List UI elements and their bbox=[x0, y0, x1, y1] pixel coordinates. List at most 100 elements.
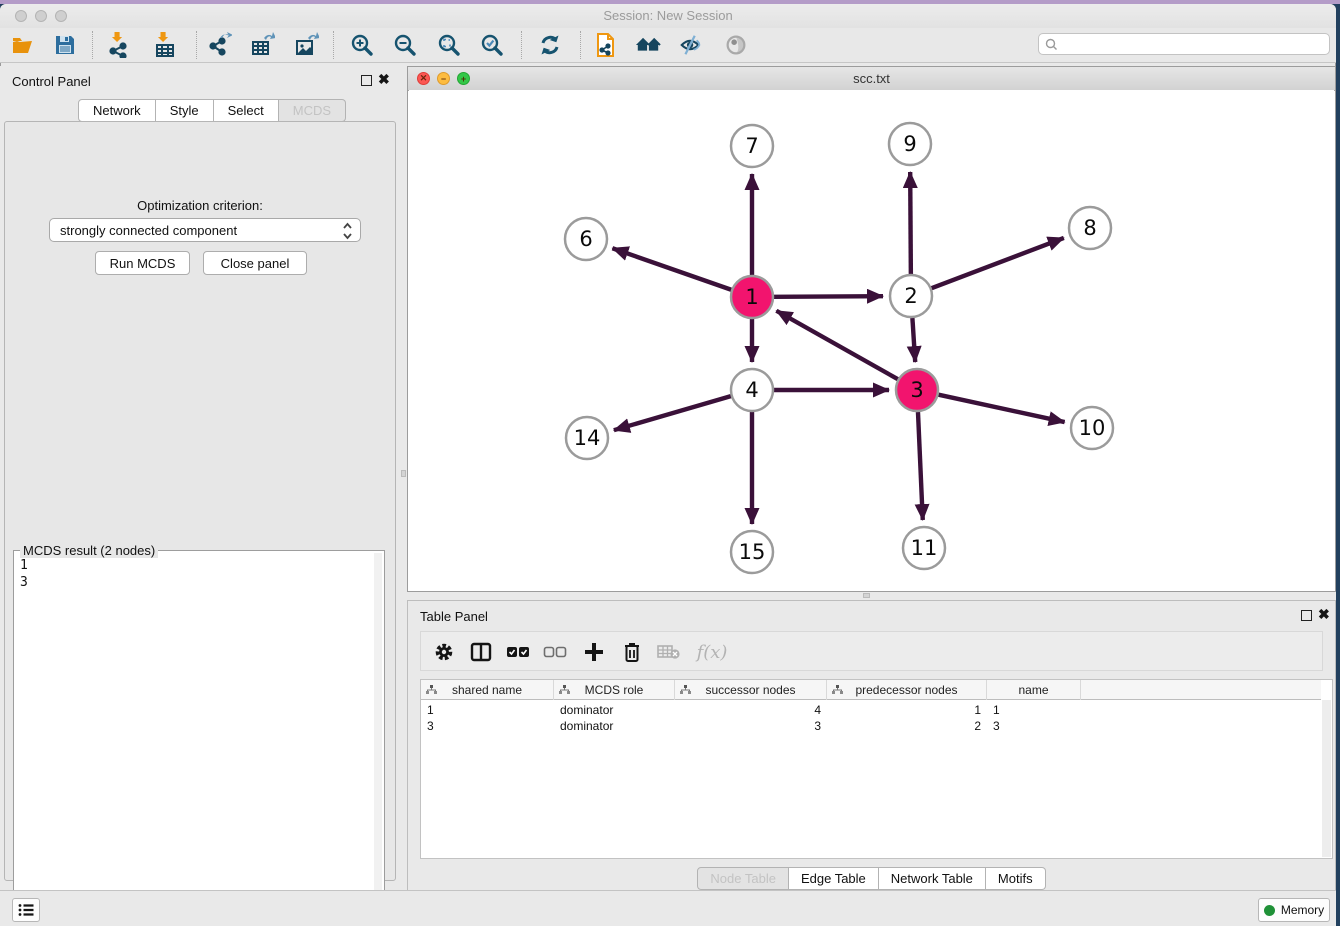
criterion-value: strongly connected component bbox=[60, 223, 237, 238]
cell-shared-name[interactable]: 1 bbox=[421, 702, 554, 718]
graph-edge-1-2[interactable] bbox=[774, 296, 883, 297]
cell-mcds-role[interactable]: dominator bbox=[554, 718, 675, 734]
graph-node-1[interactable]: 1 bbox=[731, 276, 773, 318]
zoom-out-icon[interactable] bbox=[392, 32, 418, 58]
criterion-dropdown[interactable]: strongly connected component bbox=[49, 218, 361, 242]
network-window-titlebar[interactable]: ✕ − + scc.txt bbox=[408, 67, 1335, 91]
cell-predecessor-nodes[interactable]: 1 bbox=[827, 702, 987, 718]
graph-edge-4-14[interactable] bbox=[614, 396, 731, 430]
graph-edge-1-6[interactable] bbox=[612, 248, 731, 290]
style-preview-icon[interactable] bbox=[678, 32, 704, 58]
deselect-all-columns-icon[interactable] bbox=[542, 639, 568, 665]
cell-successor-nodes[interactable]: 3 bbox=[675, 718, 827, 734]
window-title: Session: New Session bbox=[0, 8, 1336, 23]
network-graph[interactable]: 7 9 6 8 1 2 4 3 14 10 15 11 bbox=[409, 90, 1334, 591]
horizontal-splitter[interactable] bbox=[407, 592, 1336, 600]
zoom-fit-icon[interactable] bbox=[436, 32, 462, 58]
graph-node-7[interactable]: 7 bbox=[731, 125, 773, 167]
graph-node-14[interactable]: 14 bbox=[566, 417, 608, 459]
import-network-icon[interactable] bbox=[106, 32, 132, 58]
table-settings-icon[interactable] bbox=[431, 639, 457, 665]
vertical-splitter[interactable] bbox=[400, 66, 407, 894]
table-row[interactable]: 1 dominator 4 1 1 bbox=[421, 702, 1081, 718]
export-table-icon[interactable] bbox=[249, 32, 275, 58]
column-type-icon bbox=[559, 685, 570, 695]
tab-node-table[interactable]: Node Table bbox=[697, 867, 789, 890]
show-hide-icon[interactable] bbox=[723, 32, 749, 58]
column-header-name[interactable]: name bbox=[987, 680, 1081, 700]
float-table-panel-icon[interactable] bbox=[1301, 610, 1312, 621]
cell-shared-name[interactable]: 3 bbox=[421, 718, 554, 734]
column-header-shared-name[interactable]: shared name bbox=[421, 680, 554, 700]
graph-node-6[interactable]: 6 bbox=[565, 218, 607, 260]
tab-style[interactable]: Style bbox=[156, 99, 214, 122]
table-panel-title: Table Panel bbox=[420, 609, 488, 624]
close-panel-icon[interactable]: ✖ bbox=[378, 71, 390, 88]
show-panels-button[interactable] bbox=[12, 898, 40, 922]
search-box[interactable] bbox=[1038, 33, 1330, 55]
column-view-icon[interactable] bbox=[468, 639, 494, 665]
graph-edge-3-1[interactable] bbox=[776, 311, 897, 379]
cell-name[interactable]: 1 bbox=[987, 702, 1081, 718]
zoom-in-icon[interactable] bbox=[349, 32, 375, 58]
add-column-icon[interactable] bbox=[581, 639, 607, 665]
zoom-selected-icon[interactable] bbox=[479, 32, 505, 58]
tab-network-table[interactable]: Network Table bbox=[879, 867, 986, 890]
graph-node-2[interactable]: 2 bbox=[890, 275, 932, 317]
memory-button[interactable]: Memory bbox=[1258, 898, 1330, 922]
network-canvas[interactable]: 7 9 6 8 1 2 4 3 14 10 15 11 bbox=[409, 90, 1334, 591]
column-header-predecessor-nodes[interactable]: predecessor nodes bbox=[827, 680, 987, 700]
import-table-icon[interactable] bbox=[152, 32, 178, 58]
toolbar-separator bbox=[333, 31, 334, 59]
export-image-icon[interactable] bbox=[293, 32, 319, 58]
duplicate-network-icon[interactable] bbox=[592, 32, 618, 58]
mcds-result-list[interactable]: 1 3 bbox=[20, 557, 28, 591]
window-titlebar[interactable]: Session: New Session bbox=[0, 4, 1336, 29]
graph-edge-3-11[interactable] bbox=[918, 412, 923, 520]
table-row[interactable]: 3 dominator 3 2 3 bbox=[421, 718, 1081, 734]
tab-network[interactable]: Network bbox=[78, 99, 156, 122]
export-network-icon[interactable] bbox=[206, 32, 232, 58]
graph-node-4[interactable]: 4 bbox=[731, 369, 773, 411]
graph-node-8[interactable]: 8 bbox=[1069, 207, 1111, 249]
float-panel-icon[interactable] bbox=[361, 75, 372, 86]
cell-mcds-role[interactable]: dominator bbox=[554, 702, 675, 718]
column-header-mcds-role[interactable]: MCDS role bbox=[554, 680, 675, 700]
cell-successor-nodes[interactable]: 4 bbox=[675, 702, 827, 718]
graph-node-label: 1 bbox=[745, 285, 758, 309]
splitter-handle[interactable] bbox=[863, 593, 870, 598]
search-input[interactable] bbox=[1062, 36, 1329, 52]
select-all-columns-icon[interactable] bbox=[505, 639, 531, 665]
open-file-icon[interactable] bbox=[10, 32, 36, 58]
home-icon[interactable] bbox=[635, 32, 661, 58]
run-mcds-button[interactable]: Run MCDS bbox=[95, 251, 190, 275]
tab-edge-table[interactable]: Edge Table bbox=[789, 867, 879, 890]
result-scrollbar[interactable] bbox=[374, 553, 382, 926]
column-header-successor-nodes[interactable]: successor nodes bbox=[675, 680, 827, 700]
cell-name[interactable]: 3 bbox=[987, 718, 1081, 734]
graph-node-10[interactable]: 10 bbox=[1071, 407, 1113, 449]
splitter-handle[interactable] bbox=[401, 470, 406, 477]
optimization-criterion-label: Optimization criterion: bbox=[5, 198, 395, 213]
dropdown-stepper-icon bbox=[342, 221, 353, 241]
graph-edge-2-8[interactable] bbox=[932, 238, 1064, 288]
graph-node-label: 8 bbox=[1083, 216, 1096, 240]
cell-predecessor-nodes[interactable]: 2 bbox=[827, 718, 987, 734]
close-table-panel-icon[interactable]: ✖ bbox=[1318, 606, 1330, 623]
graph-edge-2-3[interactable] bbox=[912, 318, 915, 362]
graph-node-9[interactable]: 9 bbox=[889, 123, 931, 165]
tab-motifs[interactable]: Motifs bbox=[986, 867, 1046, 890]
tab-select[interactable]: Select bbox=[214, 99, 279, 122]
graph-node-11[interactable]: 11 bbox=[903, 527, 945, 569]
graph-edge-3-10[interactable] bbox=[938, 395, 1064, 422]
save-session-icon[interactable] bbox=[52, 32, 78, 58]
delete-column-icon[interactable] bbox=[619, 639, 645, 665]
tab-mcds[interactable]: MCDS bbox=[279, 99, 346, 122]
graph-edge-2-9[interactable] bbox=[910, 172, 911, 274]
graph-node-3[interactable]: 3 bbox=[896, 369, 938, 411]
table-scrollbar[interactable] bbox=[1322, 700, 1331, 857]
refresh-icon[interactable] bbox=[537, 32, 563, 58]
close-panel-button[interactable]: Close panel bbox=[203, 251, 307, 275]
graph-node-15[interactable]: 15 bbox=[731, 531, 773, 573]
node-table[interactable]: shared name MCDS role successor nodes pr… bbox=[420, 679, 1333, 859]
